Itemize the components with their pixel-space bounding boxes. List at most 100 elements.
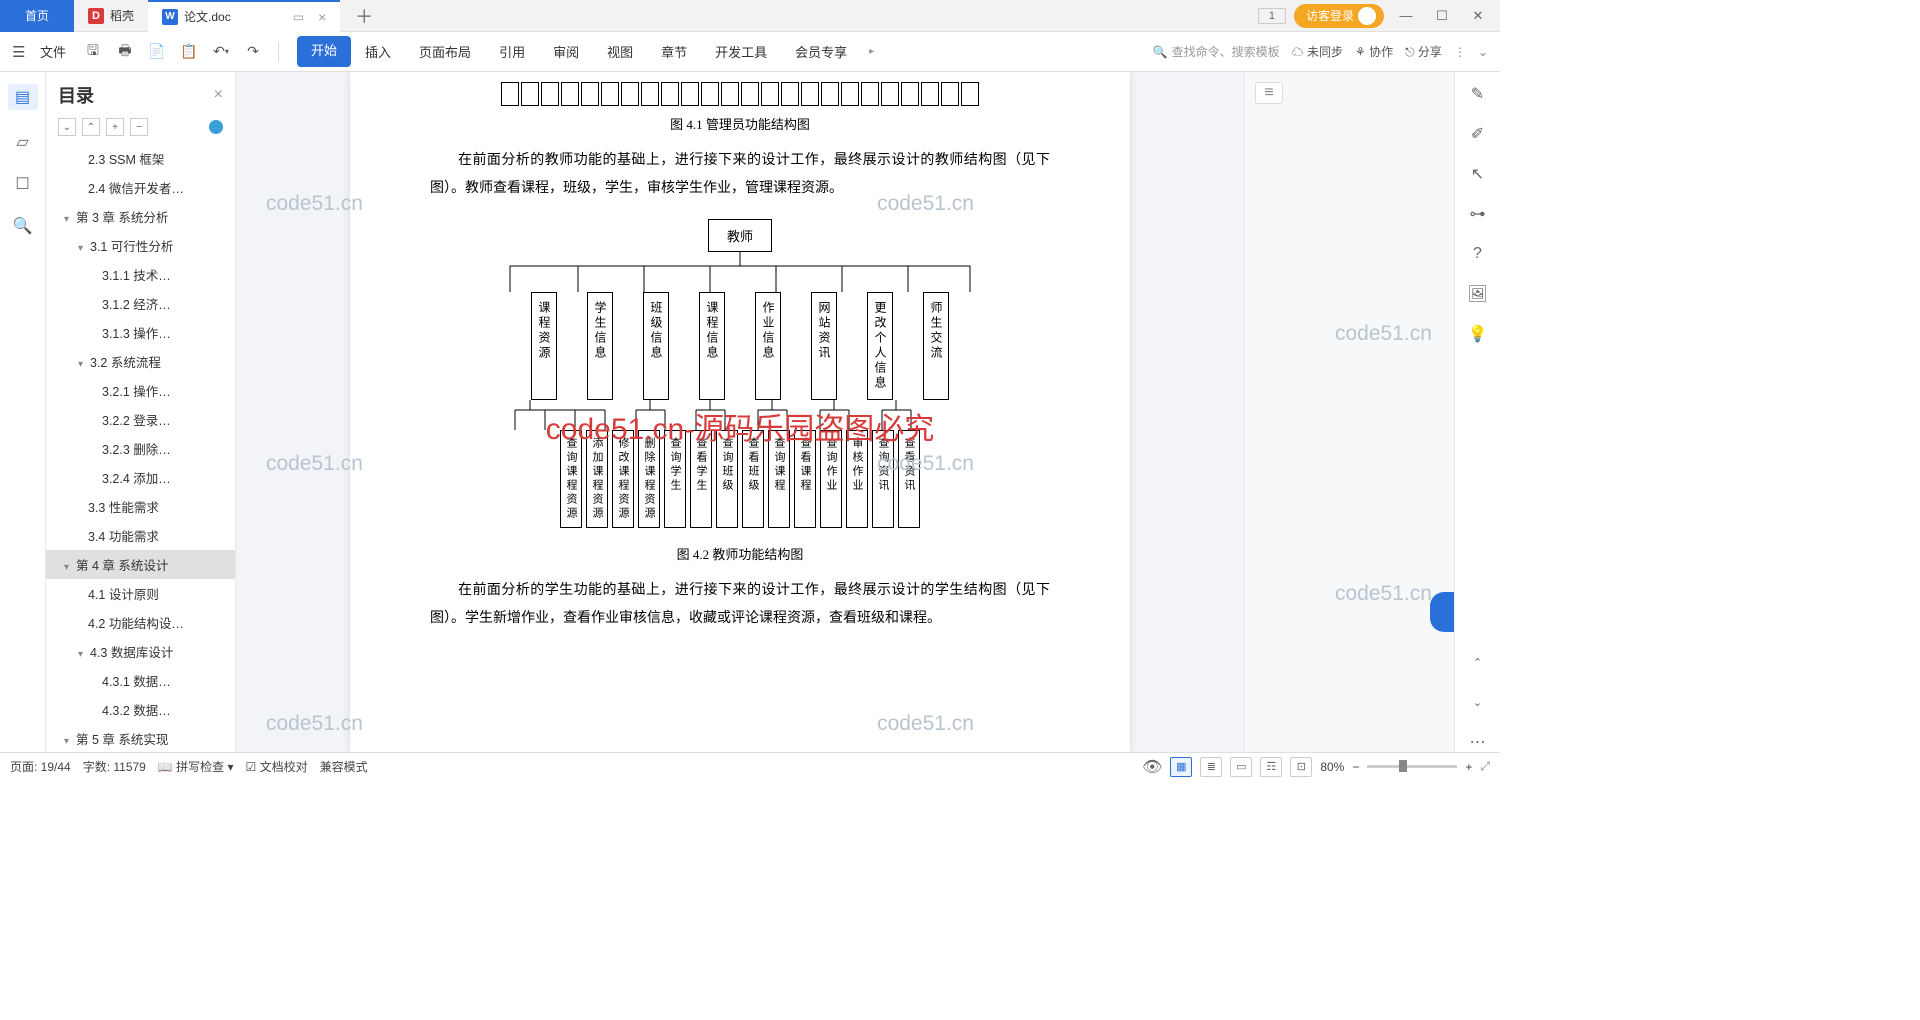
zoom-slider[interactable] — [1367, 765, 1457, 768]
outline-item[interactable]: 3.3 性能需求 — [46, 492, 235, 521]
highlight-icon[interactable]: ✐ — [1468, 124, 1488, 144]
guest-login-button[interactable]: 访客登录 — [1294, 4, 1384, 28]
fit-page-icon[interactable]: ⤢ — [1480, 759, 1490, 774]
word-count[interactable]: 字数: 11579 — [83, 758, 146, 775]
tab-close-icon[interactable]: × — [318, 9, 326, 25]
ribbon-tab-3[interactable]: 引用 — [485, 36, 539, 67]
image-tool-icon[interactable]: 🖼 — [1468, 284, 1488, 304]
ribbon-tab-2[interactable]: 页面布局 — [405, 36, 485, 67]
outline-item[interactable]: ▾第 5 章 系统实现 — [46, 724, 235, 752]
help-fab[interactable] — [1430, 592, 1454, 632]
share-button[interactable]: ⎋ 分享 — [1405, 43, 1442, 60]
outline-item[interactable]: 2.4 微信开发者… — [46, 173, 235, 202]
outline-item[interactable]: 3.1.2 经济… — [46, 289, 235, 318]
hamburger-icon[interactable]: ☰ — [12, 43, 30, 61]
ribbon-tab-0[interactable]: 开始 — [297, 36, 351, 67]
scroll-top-icon[interactable]: ⌃ — [1468, 652, 1488, 672]
ribbon: ☰ 文件 🖫 🖶 📄 📋 ↶▾ ↷ 开始插入页面布局引用审阅视图章节开发工具会员… — [0, 32, 1500, 72]
outline-item[interactable]: ▾3.2 系统流程 — [46, 347, 235, 376]
help-icon[interactable]: ? — [1468, 244, 1488, 264]
style-icon[interactable]: ✎ — [1468, 84, 1488, 104]
ribbon-overflow-icon[interactable]: ▸ — [869, 46, 874, 57]
ribbon-tab-6[interactable]: 章节 — [647, 36, 701, 67]
undo-icon[interactable]: ↶▾ — [210, 41, 232, 63]
ribbon-tab-8[interactable]: 会员专享 — [781, 36, 861, 67]
proofread-button[interactable]: ☑ 文档校对 — [246, 758, 308, 775]
document-canvas[interactable]: code51.cn code51.cn code51.cn code51.cn … — [236, 72, 1244, 752]
tab-home[interactable]: 首页 — [0, 0, 74, 32]
outline-nav-icon[interactable]: ▤ — [8, 84, 38, 110]
outline-item[interactable]: 3.1.1 技术… — [46, 260, 235, 289]
ribbon-tab-5[interactable]: 视图 — [593, 36, 647, 67]
tab-add-button[interactable]: ＋ — [340, 3, 388, 29]
outline-tree[interactable]: 2.3 SSM 框架2.4 微信开发者…▾第 3 章 系统分析▾3.1 可行性分… — [46, 144, 235, 752]
search-nav-icon[interactable]: 🔍 — [13, 216, 33, 236]
outline-item[interactable]: 3.2.3 删除… — [46, 434, 235, 463]
select-icon[interactable]: ↖ — [1468, 164, 1488, 184]
more-icon[interactable]: ⋮ — [1454, 45, 1466, 59]
spell-check-button[interactable]: 📖 拼写检查 ▾ — [158, 758, 234, 775]
command-search[interactable]: 🔍 查找命令、搜索模板 — [1153, 43, 1280, 60]
eye-mode-icon[interactable]: 👁 — [1142, 757, 1162, 777]
bookmark-nav-icon[interactable]: ☐ — [13, 174, 33, 194]
unsynced-button[interactable]: ☁ 未同步 — [1292, 43, 1343, 60]
outline-item[interactable]: 4.1 设计原则 — [46, 579, 235, 608]
outline-item[interactable]: 3.4 功能需求 — [46, 521, 235, 550]
outline-item[interactable]: 3.1.3 操作… — [46, 318, 235, 347]
status-bar: 页面: 19/44 字数: 11579 📖 拼写检查 ▾ ☑ 文档校对 兼容模式… — [0, 752, 1500, 780]
outline-item[interactable]: ▾3.1 可行性分析 — [46, 231, 235, 260]
tab-document[interactable]: W 论文.doc ▭ × — [148, 0, 340, 32]
close-window-button[interactable]: ✕ — [1464, 8, 1492, 24]
zoom-in-button[interactable]: + — [1465, 760, 1472, 774]
maximize-button[interactable]: ☐ — [1428, 8, 1456, 24]
diagram-mid-node: 班级信息 — [643, 292, 669, 400]
tab-daoke[interactable]: D 稻壳 — [74, 0, 148, 32]
view-read-icon[interactable]: ☶ — [1260, 757, 1282, 777]
collab-button[interactable]: ⚘ 协作 — [1355, 43, 1393, 60]
outline-item[interactable]: 4.3.1 数据… — [46, 666, 235, 695]
outline-badge-icon[interactable] — [209, 120, 223, 134]
zoom-out-button[interactable]: − — [1352, 760, 1359, 774]
tab-present-icon[interactable]: ▭ — [293, 10, 304, 24]
redo-icon[interactable]: ↷ — [242, 41, 264, 63]
zoom-label[interactable]: 80% — [1320, 760, 1344, 774]
more-tools-icon[interactable]: ⋯ — [1468, 732, 1488, 752]
outline-expand-all-icon[interactable]: ⌃ — [82, 118, 100, 136]
ribbon-tab-4[interactable]: 审阅 — [539, 36, 593, 67]
ribbon-tab-1[interactable]: 插入 — [351, 36, 405, 67]
print-icon[interactable]: 🖶 — [114, 41, 136, 63]
outline-item[interactable]: ▾第 4 章 系统设计 — [46, 550, 235, 579]
settings-icon[interactable]: ⊶ — [1468, 204, 1488, 224]
outline-item[interactable]: 2.3 SSM 框架 — [46, 144, 235, 173]
folder-nav-icon[interactable]: ▱ — [13, 132, 33, 152]
view-web-icon[interactable]: ▭ — [1230, 757, 1252, 777]
clipboard-icon[interactable]: 📋 — [178, 41, 200, 63]
right-panel-toggle[interactable]: ≡ — [1255, 82, 1283, 104]
collapse-ribbon-icon[interactable]: ⌄ — [1478, 45, 1488, 59]
outline-add-icon[interactable]: + — [106, 118, 124, 136]
outline-item[interactable]: 3.2.4 添加… — [46, 463, 235, 492]
outline-collapse-all-icon[interactable]: ⌄ — [58, 118, 76, 136]
save-icon[interactable]: 🖫 — [82, 41, 104, 63]
minimize-button[interactable]: — — [1392, 8, 1420, 23]
tab-document-label: 论文.doc — [184, 8, 231, 25]
scroll-bottom-icon[interactable]: ⌄ — [1468, 692, 1488, 712]
outline-remove-icon[interactable]: − — [130, 118, 148, 136]
outline-close-icon[interactable]: × — [214, 86, 223, 104]
page-indicator[interactable]: 页面: 19/44 — [10, 758, 71, 775]
search-icon: 🔍 — [1153, 45, 1168, 59]
window-number-icon[interactable]: 1 — [1258, 8, 1286, 24]
outline-item[interactable]: 4.2 功能结构设… — [46, 608, 235, 637]
view-page-icon[interactable]: ▦ — [1170, 757, 1192, 777]
outline-item[interactable]: 4.3.2 数据… — [46, 695, 235, 724]
bulb-icon[interactable]: 💡 — [1468, 324, 1488, 344]
file-menu[interactable]: 文件 — [40, 42, 66, 61]
view-full-icon[interactable]: ⊡ — [1290, 757, 1312, 777]
ribbon-tab-7[interactable]: 开发工具 — [701, 36, 781, 67]
view-outline-icon[interactable]: ≣ — [1200, 757, 1222, 777]
outline-item[interactable]: ▾第 3 章 系统分析 — [46, 202, 235, 231]
outline-item[interactable]: 3.2.2 登录… — [46, 405, 235, 434]
outline-item[interactable]: 3.2.1 操作… — [46, 376, 235, 405]
print-preview-icon[interactable]: 📄 — [146, 41, 168, 63]
outline-item[interactable]: ▾4.3 数据库设计 — [46, 637, 235, 666]
